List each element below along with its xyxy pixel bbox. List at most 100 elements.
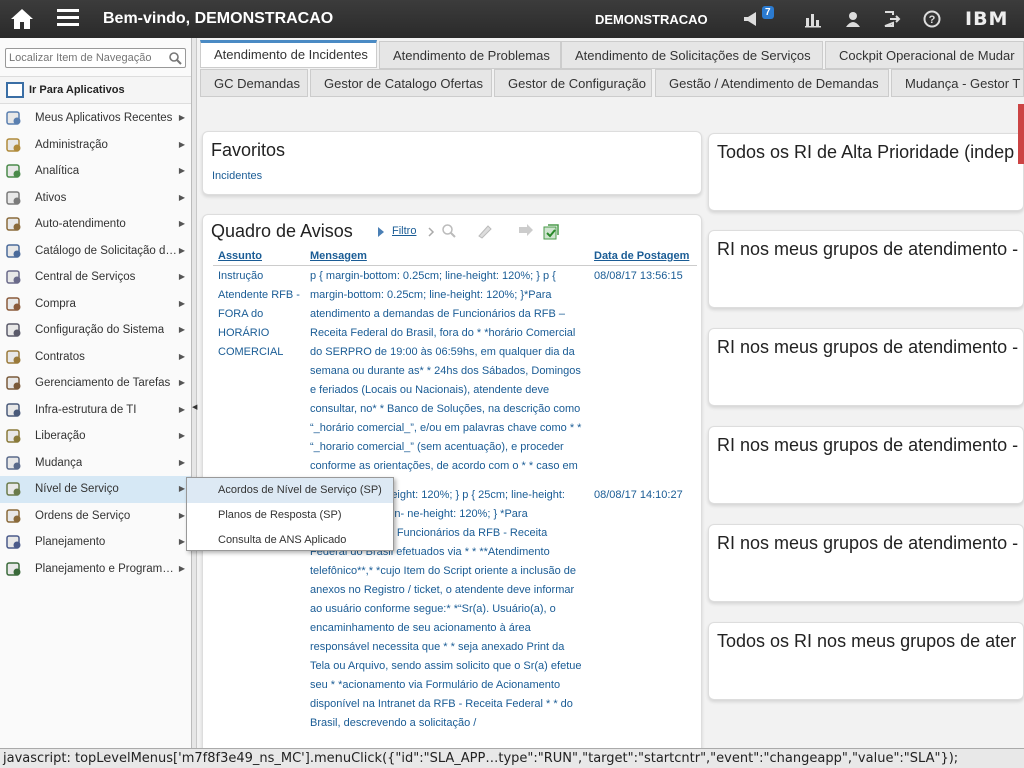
nav-item[interactable]: Liberação ▶ — [0, 423, 191, 450]
page-scrollbar[interactable] — [1018, 104, 1024, 164]
chevron-right-icon: ▶ — [178, 272, 185, 281]
submenu-item-sla[interactable]: Acordos de Nível de Serviço (SP) — [187, 478, 393, 503]
nav-item-label: Contratos — [35, 350, 85, 363]
chevron-right-icon: ▶ — [178, 510, 185, 520]
notice-subject[interactable]: Instrução Atendente RFB - FORA do HORÁRI… — [213, 265, 305, 485]
nav-item[interactable]: Gerenciamento de Tarefas ▶ — [0, 370, 191, 397]
tasks-icon — [6, 376, 21, 390]
catalog-icon — [6, 243, 21, 258]
navigation-search-input[interactable] — [6, 49, 166, 67]
help-icon[interactable]: ? — [922, 9, 942, 29]
nav-item[interactable]: Mudança ▶ — [0, 450, 191, 477]
result-set-portlet: Todos os RI de Alta Prioridade (indep — [708, 133, 1024, 211]
nav-item[interactable]: Infra-estrutura de TI ▶ — [0, 397, 191, 424]
favorites-title: Favoritos — [211, 140, 286, 160]
nav-item[interactable]: Contratos ▶ — [0, 344, 191, 371]
nav-item-label: Auto-atendimento — [35, 218, 126, 230]
service-level-icon — [6, 482, 21, 496]
portlet-title: Todos os RI nos meus grupos de ater — [717, 631, 1017, 651]
column-header-message[interactable]: Mensagem — [305, 247, 589, 266]
planning-icon — [6, 535, 21, 549]
notice-date[interactable]: 08/08/17 13:56:15 — [589, 265, 697, 485]
nav-item-label: Compra — [35, 297, 76, 310]
submenu-item-applied-sla[interactable]: Consulta de ANS Aplicado — [187, 528, 393, 553]
ibm-logo: IBM — [965, 8, 1009, 30]
refresh-table-icon[interactable] — [542, 223, 560, 241]
column-header-date[interactable]: Data de Postagem — [589, 247, 697, 266]
submenu-item-response-plans[interactable]: Planos de Resposta (SP) — [187, 503, 393, 528]
search-icon[interactable] — [441, 223, 457, 239]
service-level-submenu: Acordos de Nível de Serviço (SP) Planos … — [186, 477, 394, 551]
tab-configuration[interactable]: Gestor de Configuração — [494, 69, 652, 97]
tab-incidents[interactable]: Atendimento de Incidentes — [200, 40, 377, 68]
nav-item[interactable]: Compra ▶ — [0, 291, 191, 318]
tab-service-requests[interactable]: Atendimento de Solicitações de Serviços — [561, 41, 823, 69]
service-desk-icon — [6, 270, 21, 284]
self-service-icon — [6, 217, 21, 231]
portlet-title: RI nos meus grupos de atendimento - — [717, 435, 1019, 455]
logout-icon[interactable] — [882, 9, 902, 29]
portlet-title: RI nos meus grupos de atendimento - — [717, 337, 1019, 357]
menu-icon[interactable] — [57, 9, 79, 29]
nav-item[interactable]: Central de Serviços ▶ — [0, 264, 191, 291]
nav-item-label: Nível de Serviço — [35, 483, 119, 495]
tab-demands[interactable]: Gestão / Atendimento de Demandas — [655, 69, 889, 97]
table-row[interactable]: Instrução Atendente RFB - FORA do HORÁRI… — [213, 265, 697, 485]
chevron-right-icon: ▶ — [178, 192, 185, 202]
tab-problems[interactable]: Atendimento de Problemas — [379, 41, 561, 69]
tab-gc-demands[interactable]: GC Demandas — [200, 69, 308, 97]
clear-filter-icon[interactable] — [476, 223, 494, 239]
profile-icon[interactable] — [843, 9, 863, 29]
portlet-title: RI nos meus grupos de atendimento - — [717, 533, 1019, 553]
nav-item[interactable]: Ordens de Serviço ▶ — [0, 503, 191, 530]
portlet-title: RI nos meus grupos de atendimento - — [717, 239, 1019, 259]
purchase-icon — [6, 296, 21, 311]
nav-item[interactable]: Nível de Serviço ▶ — [0, 476, 191, 503]
nav-item[interactable]: Ativos ▶ — [0, 185, 191, 212]
system-config-icon — [6, 323, 21, 337]
chevron-right-icon: ▶ — [178, 219, 185, 228]
megaphone-icon[interactable] — [742, 9, 762, 29]
portlet-title: Todos os RI de Alta Prioridade (indep — [717, 142, 1015, 162]
navigation-collapse-handle[interactable]: ◀ — [192, 38, 197, 748]
notice-message[interactable]: p { margin-bottom: 0.25cm; line-height: … — [305, 265, 589, 485]
chevron-right-icon: ▶ — [178, 457, 185, 467]
chevron-right-icon: ▶ — [178, 245, 185, 255]
notification-badge[interactable]: 7 — [762, 6, 774, 19]
result-set-portlet: Todos os RI nos meus grupos de ater — [708, 622, 1024, 700]
favorite-link-incidents[interactable]: Incidentes — [212, 170, 262, 182]
nav-item-label: Catálogo de Solicitação de Serviços — [35, 244, 177, 257]
report-icon[interactable] — [803, 9, 823, 29]
download-icon[interactable] — [517, 223, 535, 239]
admin-icon — [6, 137, 21, 152]
nav-item[interactable]: Administração ▶ — [0, 132, 191, 159]
tab-change-manager[interactable]: Mudança - Gestor T — [891, 69, 1024, 97]
navigation-search[interactable] — [5, 48, 186, 68]
collapse-arrow-icon[interactable]: ◀ — [192, 403, 197, 411]
nav-item[interactable]: Meus Aplicativos Recentes ▶ — [0, 105, 191, 132]
column-header-subject[interactable]: Assunto — [213, 247, 305, 266]
chevron-right-icon: ▶ — [178, 537, 185, 546]
notice-date[interactable]: 08/08/17 14:10:27 — [589, 485, 697, 742]
nav-item-label: Infra-estrutura de TI — [35, 403, 137, 416]
nav-item[interactable]: Catálogo de Solicitação de Serviços▶ — [0, 238, 191, 265]
nav-item-label: Meus Aplicativos Recentes — [35, 112, 173, 124]
nav-item[interactable]: Auto-atendimento ▶ — [0, 211, 191, 238]
nav-item[interactable]: Planejamento ▶ — [0, 529, 191, 556]
tab-catalog-offers[interactable]: Gestor de Catalogo Ofertas — [310, 69, 492, 97]
search-icon[interactable] — [168, 51, 182, 65]
nav-item[interactable]: Configuração do Sistema ▶ — [0, 317, 191, 344]
filter-link[interactable]: Filtro — [392, 225, 416, 237]
result-set-portlet: RI nos meus grupos de atendimento - — [708, 524, 1024, 602]
result-set-portlet: RI nos meus grupos de atendimento - — [708, 426, 1024, 504]
home-icon[interactable] — [10, 8, 34, 30]
svg-text:?: ? — [929, 14, 936, 26]
filter-arrow-icon[interactable] — [376, 226, 386, 238]
nav-item[interactable]: Planejamento e Programação ▶ — [0, 556, 191, 583]
nav-item[interactable]: Analítica ▶ — [0, 158, 191, 185]
tab-change-cockpit[interactable]: Cockpit Operacional de Mudar — [825, 41, 1024, 69]
user-name[interactable]: DEMONSTRACAO — [595, 12, 708, 27]
go-to-applications[interactable]: Ir Para Aplicativos — [0, 76, 191, 104]
nav-item-label: Planejamento e Programação — [35, 562, 177, 575]
left-navigation: Ir Para Aplicativos Meus Aplicativos Rec… — [0, 38, 192, 748]
